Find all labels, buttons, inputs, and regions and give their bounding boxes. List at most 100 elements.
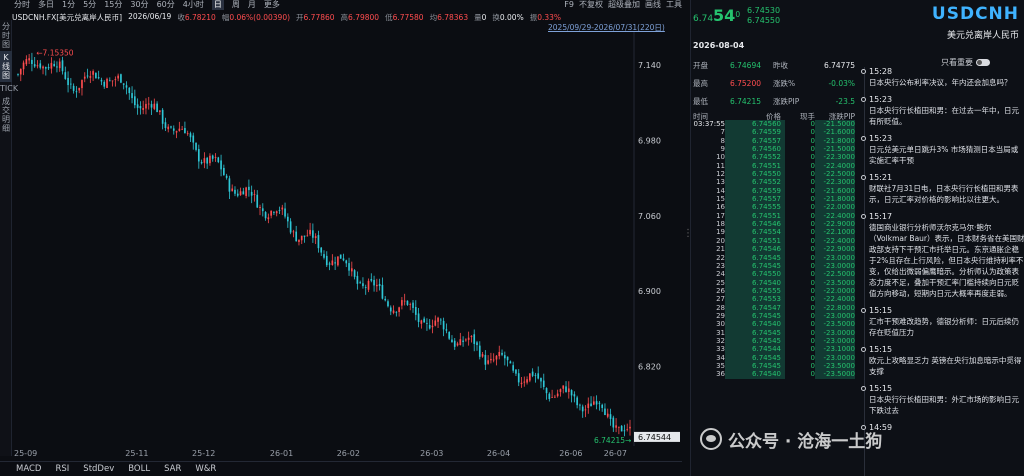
candle-body [545, 388, 548, 394]
tab-wr[interactable]: W&R [195, 463, 216, 476]
candle-body [211, 155, 214, 159]
tick-time: 13 [716, 178, 725, 187]
candle-body [406, 300, 409, 305]
candle-body [278, 210, 281, 211]
period-1min[interactable]: 1分 [62, 0, 75, 10]
timeline-dot-icon [861, 69, 866, 74]
drawline-button[interactable]: 画线 [645, 0, 661, 10]
candle-body [50, 62, 53, 69]
candle-body [156, 103, 158, 113]
tab-stddev[interactable]: StdDev [83, 463, 114, 476]
quote-key: 最高 [693, 78, 708, 88]
candle-body [626, 429, 629, 431]
col-volume: 现手 [800, 112, 815, 121]
tick-price: 6.74554 [725, 228, 785, 237]
tick-volume: 0 [810, 186, 815, 195]
candle-body [192, 135, 195, 143]
candle-body [501, 352, 503, 355]
tab-sar[interactable]: SAR [164, 463, 181, 476]
tick-row: 29 6.74545 0 -23.0000 [693, 311, 855, 321]
candle-body [125, 85, 128, 88]
overlay-button[interactable]: 超级叠加 [608, 0, 640, 10]
tick-price: 6.74557 [725, 195, 785, 204]
tick-pip: -23.0000 [815, 336, 855, 346]
candle-body [19, 68, 22, 75]
news-item[interactable]: 15:23 日元兑美元单日跳升3% 市场猜测日本当局或实施汇率干预 [859, 134, 1024, 166]
vtab-timeshare[interactable]: 分时图 [0, 20, 12, 51]
candle-body [362, 283, 364, 287]
candle-body [337, 256, 339, 266]
candle-body [606, 413, 609, 417]
candle-body [451, 339, 453, 343]
candle-body [134, 96, 136, 106]
tick-volume: 0 [810, 203, 815, 212]
candle-body [64, 72, 67, 79]
candle-body [264, 212, 267, 219]
news-item[interactable]: 15:23 日本央行行长植田和男：在过去一年中，日元有所贬值。 [859, 95, 1024, 127]
period-30min[interactable]: 30分 [130, 0, 148, 10]
news-feed[interactable]: 15:28 日本央行公布利率决议，年内还会加息吗？ 15:23 日本央行行长植田和男：… [859, 67, 1024, 476]
candle-body [554, 396, 556, 398]
candle-body [403, 300, 406, 302]
candle-body [92, 71, 94, 75]
quote-value: -0.03% [828, 78, 855, 88]
bar-open: 6.77860 [303, 13, 335, 22]
tab-rsi[interactable]: RSI [55, 463, 69, 476]
vtab-trade-detail[interactable]: 成交明细 [0, 95, 12, 135]
candle-body [339, 254, 342, 259]
tab-macd[interactable]: MACD [16, 463, 41, 476]
kline-svg[interactable]: 7.140 7.060 6.980 6.900 6.820 25-09 25-11 25-12… [12, 32, 682, 460]
news-item[interactable]: 15:17 德国商业银行分析师沃尔克马尔·鲍尔（Volkmar Baur）表示，日… [859, 212, 1024, 299]
candle-body [303, 235, 306, 237]
period-4hour[interactable]: 4小时 [183, 0, 204, 10]
vtab-kline[interactable]: K线图 [0, 51, 12, 82]
tick-table[interactable]: 03:37:55 6.74560 0 -21.5000 7 6.74559 0 -21.600… [693, 120, 855, 440]
adjust-button[interactable]: 不复权 [579, 0, 603, 10]
tick-price: 6.74551 [725, 236, 785, 246]
tick-time: 11 [716, 161, 725, 170]
tick-price: 6.74547 [725, 303, 785, 312]
period-15min[interactable]: 15分 [104, 0, 122, 10]
news-item[interactable]: 15:28 日本央行公布利率决议，年内还会加息吗？ [859, 67, 1024, 88]
tick-time: 30 [716, 320, 725, 329]
period-week[interactable]: 周 [232, 0, 240, 10]
candle-body [537, 373, 540, 379]
tick-price: 6.74540 [725, 370, 785, 379]
candle-body [245, 187, 247, 196]
f9-button[interactable]: F9 [564, 0, 574, 10]
panel-resize-handle[interactable]: ⋮ [683, 229, 693, 246]
candle-body [275, 211, 278, 214]
tick-time: 22 [716, 253, 725, 262]
news-item[interactable]: 15:15 日本央行行长植田和男：外汇市场的影响日元下跌过去 [859, 384, 1024, 416]
tab-boll[interactable]: BOLL [128, 463, 150, 476]
news-item[interactable]: 15:21 财联社7月31日电，日本央行行长植田和男表示，日元汇率对价格的影响比以… [859, 173, 1024, 205]
col-time: 时间 [693, 112, 708, 121]
period-timeshare[interactable]: 分时 [14, 0, 30, 10]
news-time: 15:15 [869, 306, 893, 315]
period-day[interactable]: 日 [211, 0, 224, 10]
period-multiday[interactable]: 多日 [38, 0, 54, 10]
period-60min[interactable]: 60分 [157, 0, 175, 10]
news-item[interactable]: 15:15 欧元上攻略显乏力 英镑在央行加息暗示中觅得支撑 [859, 345, 1024, 377]
candle-body [25, 59, 28, 65]
vtab-tick[interactable]: TICK [0, 82, 18, 95]
tools-button[interactable]: 工具 [666, 0, 682, 10]
tick-price: 6.74551 [725, 161, 785, 171]
period-5min[interactable]: 5分 [83, 0, 96, 10]
candle-body [312, 230, 314, 238]
news-text: 欧元上攻略显乏力 英镑在央行加息暗示中觅得支撑 [869, 356, 1022, 376]
period-month[interactable]: 月 [248, 0, 256, 10]
candle-body [481, 354, 484, 357]
x-tick-label: 26-03 [420, 449, 443, 458]
candle-body [111, 80, 114, 82]
tick-price: 6.74552 [725, 178, 785, 187]
tick-pip: -22.1000 [815, 228, 855, 237]
candle-body [147, 103, 150, 105]
toggle-switch[interactable] [976, 59, 990, 66]
candle-body [239, 191, 242, 196]
kline-chart[interactable]: 7.140 7.060 6.980 6.900 6.820 25-09 25-11 25-12… [12, 32, 682, 460]
y-tick-label: 6.900 [638, 287, 661, 296]
period-more[interactable]: 更多 [264, 0, 280, 10]
candle-body [384, 298, 387, 301]
news-item[interactable]: 15:15 汇市干预难改趋势，德银分析师：日元后续仍存在贬值压力 [859, 306, 1024, 338]
